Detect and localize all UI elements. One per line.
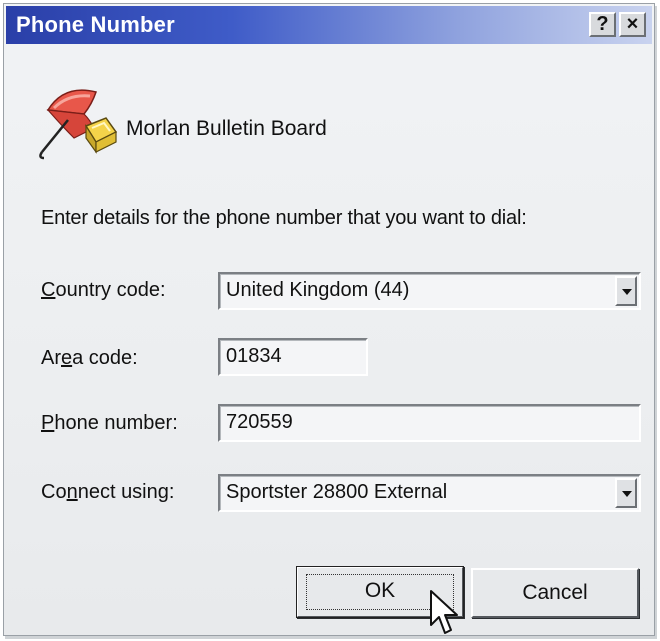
instruction-text: Enter details for the phone number that …	[41, 207, 527, 229]
area-code-value: 01834	[226, 345, 282, 367]
app-name: Morlan Bulletin Board	[126, 117, 327, 140]
close-icon: ×	[626, 13, 639, 35]
connect-using-dropdown[interactable]: Sportster 28800 External	[218, 474, 641, 512]
country-code-value: United Kingdom (44)	[226, 279, 410, 301]
phone-number-value: 720559	[226, 411, 293, 433]
window-title: Phone Number	[16, 12, 175, 37]
chevron-down-icon[interactable]	[615, 478, 637, 508]
country-code-label: Country code:	[41, 279, 166, 301]
help-icon: ?	[596, 13, 609, 35]
chevron-down-icon[interactable]	[615, 276, 637, 306]
connect-using-value: Sportster 28800 External	[226, 481, 448, 503]
phone-number-dialog: Phone Number ? × Morlan Bulletin Board E…	[3, 3, 655, 636]
area-code-input[interactable]: 01834	[218, 338, 368, 376]
title-bar[interactable]: Phone Number ? ×	[6, 6, 652, 44]
area-code-label: Area code:	[41, 347, 138, 369]
umbrella-icon	[39, 89, 118, 160]
phone-number-label: Phone number:	[41, 412, 178, 434]
help-button[interactable]: ?	[589, 12, 616, 37]
country-code-dropdown[interactable]: United Kingdom (44)	[218, 272, 641, 310]
connect-using-label: Connect using:	[41, 481, 175, 503]
cancel-button[interactable]: Cancel	[471, 568, 639, 618]
phone-number-input[interactable]: 720559	[218, 404, 641, 442]
close-button[interactable]: ×	[619, 12, 646, 37]
cancel-label: Cancel	[522, 581, 588, 604]
mouse-pointer-icon	[430, 590, 458, 634]
